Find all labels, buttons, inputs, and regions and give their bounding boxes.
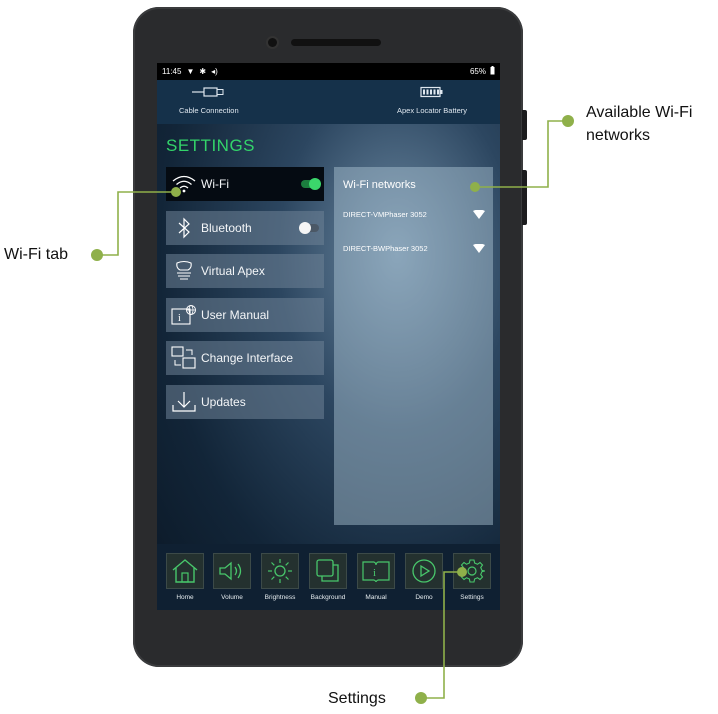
callout-available-networks-line2: networks [586, 127, 651, 144]
callout-settings: Settings [328, 690, 386, 707]
callout-available-networks-line1: Available Wi-Fi [586, 104, 693, 121]
callout-wifi-tab: Wi-Fi tab [4, 246, 68, 263]
